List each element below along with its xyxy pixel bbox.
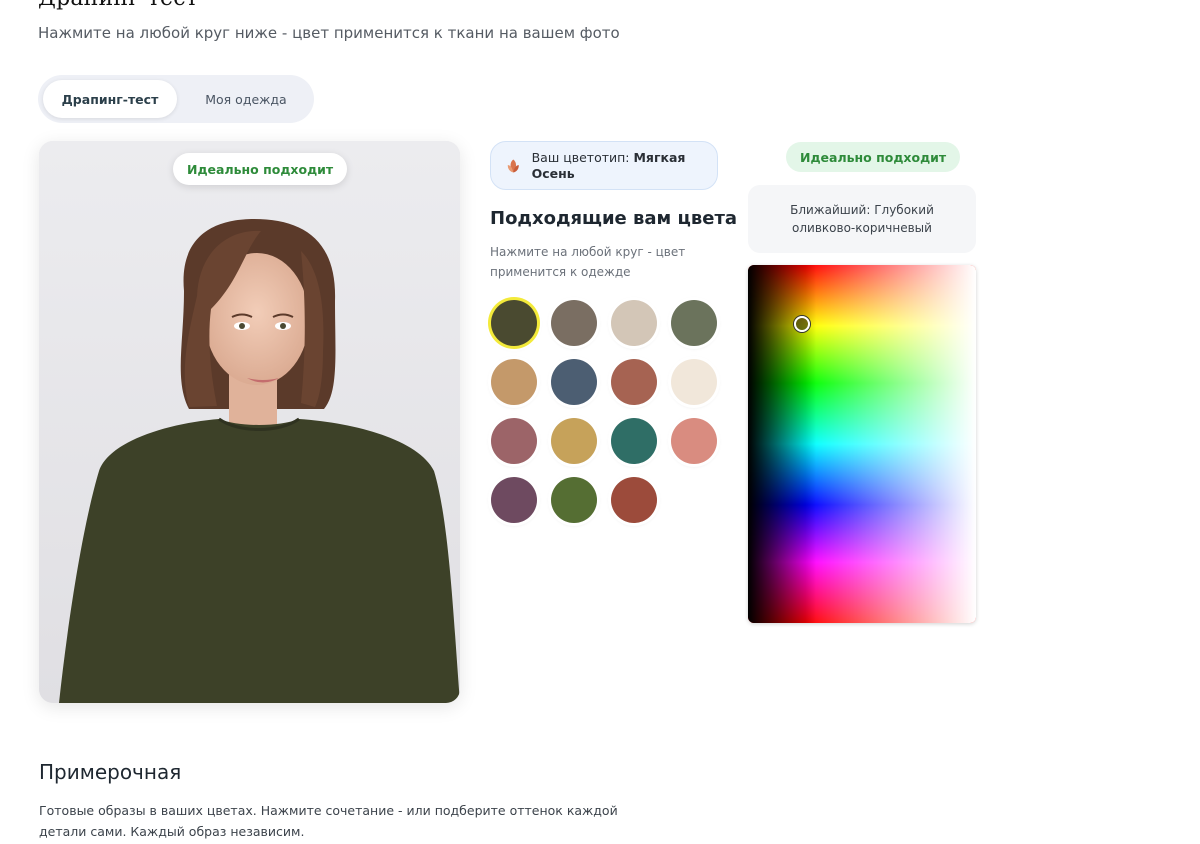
mode-tabs: Драпинг-тест Моя одежда: [38, 75, 314, 123]
colortype-text: Ваш цветотип: Мягкая Осень: [532, 150, 717, 182]
color-swatch[interactable]: [611, 359, 657, 405]
color-swatch[interactable]: [551, 359, 597, 405]
color-swatch[interactable]: [491, 477, 537, 523]
fit-badge-photo: Идеально подходит: [173, 153, 348, 185]
tab-draping-test[interactable]: Драпинг-тест: [43, 80, 177, 118]
color-swatch[interactable]: [491, 359, 537, 405]
color-picker-area[interactable]: [748, 265, 976, 623]
color-swatch[interactable]: [551, 477, 597, 523]
user-photo-preview: [39, 141, 460, 703]
color-swatch[interactable]: [491, 418, 537, 464]
colortype-prefix: Ваш цветотип:: [531, 149, 634, 165]
page-heading-cut: Драпинг-тест: [38, 0, 198, 11]
nearest-color-label: Ближайший: Глубокий оливково-коричневый: [748, 185, 976, 253]
color-swatch[interactable]: [671, 300, 717, 346]
tab-my-clothes[interactable]: Моя одежда: [183, 80, 309, 118]
color-swatch[interactable]: [611, 477, 657, 523]
color-swatch[interactable]: [611, 300, 657, 346]
color-swatch[interactable]: [671, 359, 717, 405]
fit-badge-picker: Идеально подходит: [786, 142, 961, 172]
autumn-leaf-icon: [507, 159, 519, 172]
fitting-room-title: Примерочная: [39, 760, 182, 784]
color-swatch[interactable]: [551, 418, 597, 464]
page-subtitle: Нажмите на любой круг ниже - цвет примен…: [38, 24, 620, 42]
fitting-room-description: Готовые образы в ваших цветах. Нажмите с…: [39, 803, 618, 839]
color-swatch[interactable]: [611, 418, 657, 464]
color-picker-handle[interactable]: [794, 316, 810, 332]
color-swatch[interactable]: [491, 300, 537, 346]
color-swatch[interactable]: [671, 418, 717, 464]
palette-title: Подходящие вам цвета: [490, 208, 738, 229]
colortype-badge: Ваш цветотип: Мягкая Осень: [490, 141, 718, 190]
palette-hint: Нажмите на любой круг - цвет применится …: [490, 245, 686, 279]
color-swatch[interactable]: [551, 300, 597, 346]
portrait-illustration: [39, 141, 460, 703]
